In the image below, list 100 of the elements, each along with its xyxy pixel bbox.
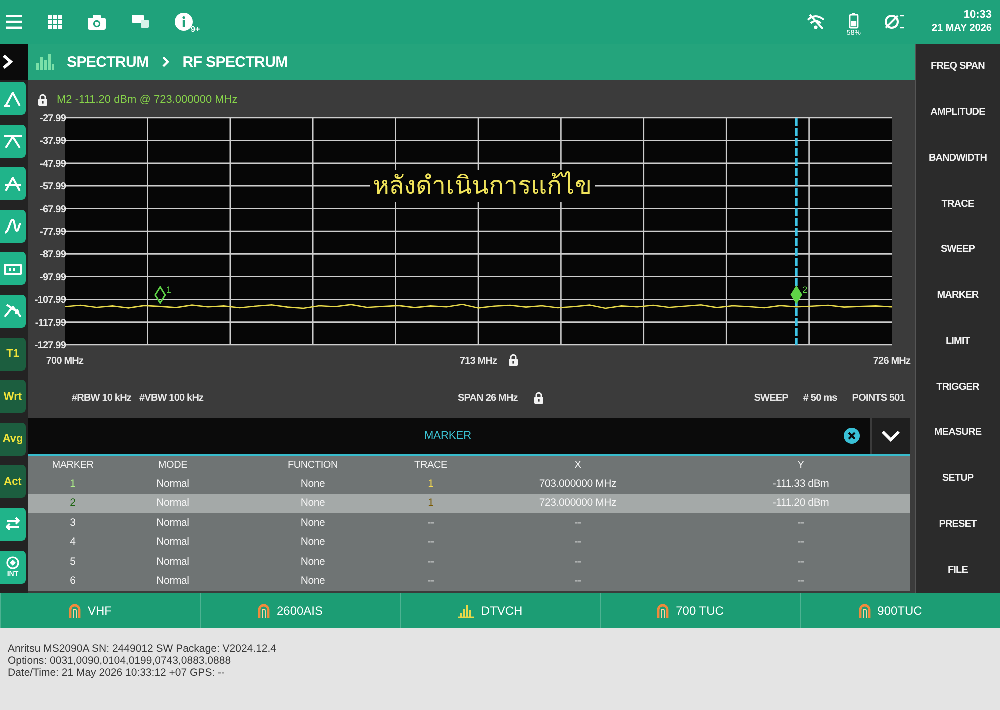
menu-item[interactable]: FILE <box>916 547 1000 593</box>
arch-icon <box>258 604 270 618</box>
menu-item[interactable]: BANDWIDTH <box>916 136 1000 182</box>
arch-icon <box>69 604 81 618</box>
table-cell-text: 1 <box>427 478 435 490</box>
toolbar-button[interactable] <box>0 124 26 158</box>
toolbar-button[interactable] <box>0 294 26 328</box>
battery-icon <box>848 12 859 28</box>
chevron-down-icon <box>881 429 901 443</box>
table-cell-text: None <box>300 516 326 529</box>
marker-icon[interactable] <box>154 286 166 305</box>
setting-label: #VBW 100 kHz <box>140 392 204 404</box>
table-cell-text: None <box>300 497 326 510</box>
table-cell-text: 6 <box>69 575 77 588</box>
table-cell-text: -- <box>574 575 582 588</box>
table-row[interactable]: 2 Normal None 1 723.000000 MHz -111.20 dBm <box>28 494 910 513</box>
table-cell-text: 5 <box>69 556 77 568</box>
y-axis-label: -127.99 <box>34 340 66 352</box>
trace-mode-button[interactable]: Avg <box>0 422 26 456</box>
info-line: Anritsu MS2090A SN: 2449012 SW Package: V2024.12.4 <box>8 643 277 655</box>
table-cell-text: 723.000000 MHz <box>538 497 618 510</box>
table-cell-text: None <box>300 536 326 548</box>
y-axis-label: -27.99 <box>40 114 66 124</box>
table-cell-text: -111.20 dBm <box>772 497 830 510</box>
chevron-right-icon[interactable] <box>2 54 14 70</box>
column-header: MARKER <box>51 460 95 470</box>
frequency-label: 700 MHz <box>46 356 84 367</box>
breadcrumb-item[interactable]: RF SPECTRUM <box>182 54 288 70</box>
column-header: Y <box>796 460 806 470</box>
table-row[interactable]: 4 Normal None -- -- -- <box>28 532 910 552</box>
table-cell-text: -- <box>426 516 436 529</box>
column-header: TRACE <box>414 460 448 470</box>
column-header: X <box>574 460 582 470</box>
trace-mode-button[interactable]: Act <box>0 465 26 498</box>
table-cell-text: -- <box>426 536 436 548</box>
column-header: FUNCTION <box>286 460 340 470</box>
camera-icon[interactable] <box>88 14 106 30</box>
panel-title: MARKER <box>423 430 473 442</box>
toolbar-button[interactable] <box>0 210 26 243</box>
screens-icon[interactable] <box>132 15 149 29</box>
table-cell-text: Normal <box>156 575 190 588</box>
info-line: Options: 0031,0090,0104,0199,0743,0883,0888 <box>8 655 232 667</box>
overlay-text: หลังดำเนินการแก้ไข <box>370 170 595 202</box>
y-axis-label: -77.99 <box>40 227 66 238</box>
table-cell-text: 703.000000 MHz <box>538 478 618 490</box>
setting-label: SWEEP <box>754 392 788 404</box>
table-cell-text: -- <box>796 516 806 529</box>
menu-item[interactable]: MARKER <box>916 272 1000 318</box>
arch-icon <box>657 604 670 618</box>
clock-date: 21 MAY 2026 <box>932 22 992 36</box>
clock-time: 10:33 <box>964 8 992 22</box>
notification-count: 9+ <box>191 25 200 34</box>
table-row[interactable]: 3 Normal None -- -- -- <box>28 513 910 532</box>
table-cell-text: Normal <box>156 478 190 490</box>
bar-chart-icon <box>36 54 54 70</box>
table-cell-text: -- <box>574 556 582 568</box>
table-cell-text: 4 <box>69 536 77 548</box>
menu-item[interactable]: PRESET <box>916 502 1000 548</box>
menu-icon[interactable] <box>6 15 22 29</box>
marker-icon[interactable] <box>790 285 802 304</box>
menu-item[interactable]: SWEEP <box>916 227 1000 273</box>
toolbar-button[interactable] <box>0 508 26 541</box>
setting-label: POINTS 501 <box>852 392 905 404</box>
y-axis-label: -47.99 <box>40 158 66 170</box>
table-row[interactable]: 1 Normal None 1 703.000000 MHz -111.33 dBm <box>28 474 910 494</box>
marker-readout: M2 -111.20 dBm @ 723.000000 MHz <box>57 94 238 106</box>
trace-mode-button[interactable]: Wrt <box>0 380 26 414</box>
trace-mode-button[interactable]: T1 <box>0 338 26 371</box>
info-icon[interactable] <box>175 13 193 31</box>
table-cell-text: -- <box>796 536 806 548</box>
close-icon[interactable] <box>844 428 860 444</box>
curve-icon <box>3 216 23 236</box>
table-cell-text: 1 <box>69 478 77 490</box>
table-cell-text: -111.33 dBm <box>772 478 830 490</box>
menu-item[interactable]: TRIGGER <box>916 364 1000 410</box>
menu-item[interactable]: FREQ SPAN <box>916 44 1000 90</box>
breadcrumb-item[interactable]: SPECTRUM <box>67 54 149 70</box>
table-cell-text: None <box>300 575 326 588</box>
menu-item[interactable]: MEASURE <box>916 410 1000 456</box>
table-cell-text: -- <box>574 536 582 548</box>
menu-item[interactable]: AMPLITUDE <box>916 90 1000 136</box>
frequency-label: 726 MHz <box>873 356 911 367</box>
y-axis-label: -37.99 <box>40 136 66 148</box>
column-header: MODE <box>157 460 189 470</box>
menu-item[interactable]: SETUP <box>916 456 1000 502</box>
info-line: Date/Time: 21 May 2026 10:33:12 +07 GPS: -- <box>8 667 226 679</box>
toolbar-button[interactable] <box>0 167 26 200</box>
table-cell-text: -- <box>796 556 806 568</box>
frequency-label: 713 MHz <box>460 356 498 367</box>
collapse-button[interactable] <box>872 418 910 454</box>
y-axis-label: -97.99 <box>40 272 66 284</box>
table-row[interactable]: 6 Normal None -- -- -- <box>28 572 910 591</box>
menu-item[interactable]: LIMIT <box>916 318 1000 364</box>
toolbar-button[interactable] <box>0 252 26 286</box>
table-row[interactable]: 5 Normal None -- -- -- <box>28 552 910 572</box>
menu-item[interactable]: TRACE <box>916 181 1000 227</box>
grid-icon[interactable] <box>48 15 62 29</box>
table-cell-text: -- <box>426 575 436 588</box>
table-cell-text: 1 <box>427 497 435 510</box>
y-axis-label: -57.99 <box>40 182 66 193</box>
